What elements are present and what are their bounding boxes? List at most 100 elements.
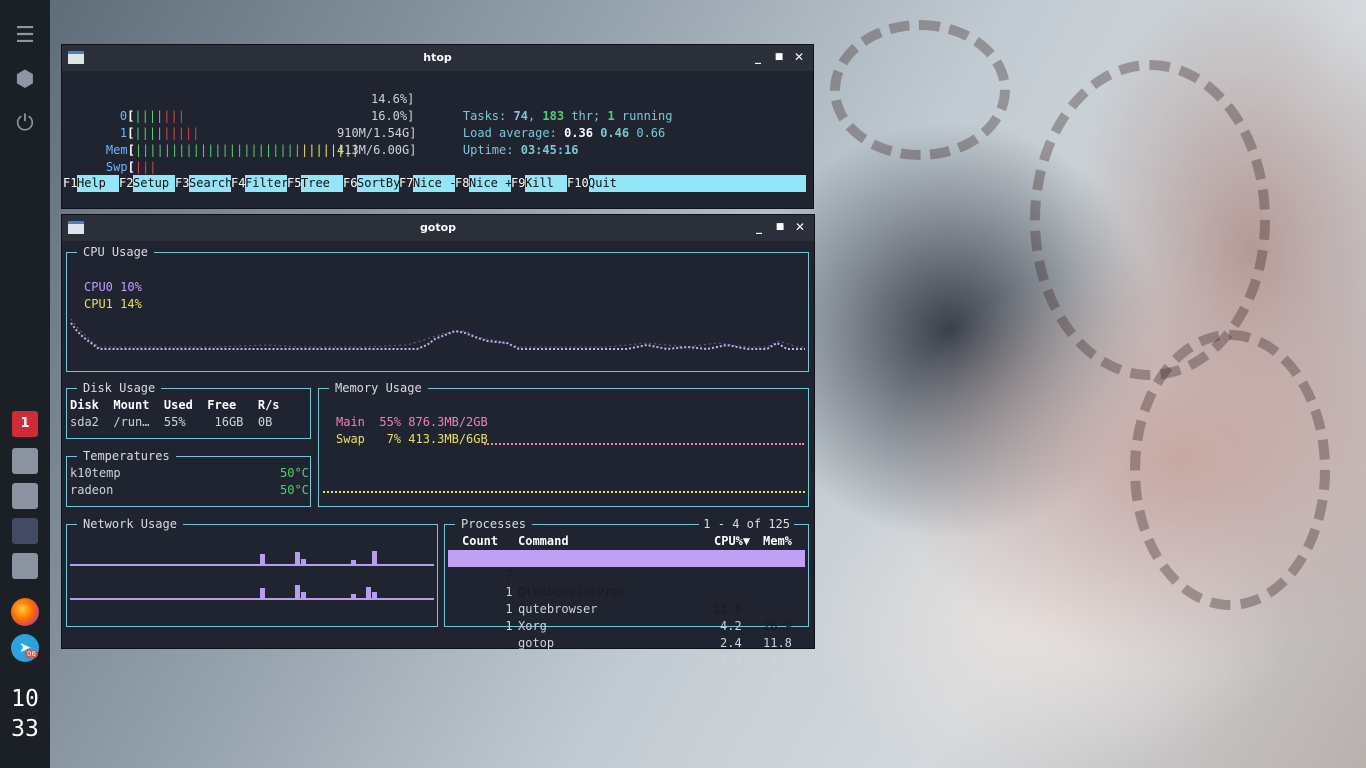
- workspace-3-button[interactable]: [12, 483, 38, 509]
- panel-title: Network Usage: [77, 516, 183, 532]
- proc-cpu: 2.4: [720, 653, 742, 667]
- fkey-setup[interactable]: Setup: [133, 175, 176, 192]
- fkey-num[interactable]: F9: [511, 175, 526, 192]
- gotop-window[interactable]: gotop _ ■ ✕ CPU Usage CPU0 10% CPU1 14% …: [61, 214, 815, 684]
- minimize-icon[interactable]: _: [751, 49, 765, 65]
- proc-count: 1: [505, 619, 513, 633]
- swp-bar: |||: [134, 160, 157, 174]
- firefox-icon[interactable]: [11, 598, 39, 626]
- htop-swp-value: 413M/6.00G]: [337, 143, 417, 157]
- htop-titlebar[interactable]: htop _ ■ ✕: [62, 45, 813, 71]
- fkey-num[interactable]: F2: [119, 175, 134, 192]
- cpu-usage-panel: CPU Usage CPU0 10% CPU1 14%: [66, 244, 809, 372]
- fkey-quit[interactable]: Quit: [588, 175, 617, 192]
- uptime-label: Uptime:: [462, 143, 514, 157]
- processes-panel: Processes 1 - 4 of 125 Count Command CPU…: [444, 516, 809, 684]
- temp-sensor-name: radeon: [70, 483, 114, 497]
- temp-sensor-name: k10temp: [70, 466, 121, 480]
- fkey-num[interactable]: F4: [231, 175, 246, 192]
- network-usage-panel: Network Usage: [66, 516, 438, 627]
- fkey-num[interactable]: F6: [343, 175, 358, 192]
- network-rx-bar: [351, 560, 356, 564]
- uptime-value: 03:45:16: [520, 143, 579, 157]
- fkey-tree[interactable]: Tree: [301, 175, 344, 192]
- fkey-num[interactable]: F5: [287, 175, 302, 192]
- gotop-titlebar[interactable]: gotop _ ■ ✕: [62, 215, 814, 241]
- fkey-filter[interactable]: Filter: [245, 175, 288, 192]
- network-tx-bar: [295, 585, 300, 598]
- close-icon[interactable]: ✕: [793, 219, 807, 235]
- fkey-num[interactable]: F1: [63, 175, 78, 192]
- power-icon[interactable]: ⏻: [12, 111, 38, 137]
- table-row[interactable]: 1 gotop 2.4 0.8: [462, 601, 797, 703]
- panel-title: Memory Usage: [329, 380, 428, 396]
- disk-usage-panel: Disk Usage Disk Mount Used Free R/s sda2…: [66, 380, 311, 439]
- network-rx-bar: [295, 552, 300, 564]
- proc-header-command[interactable]: Command: [518, 533, 569, 550]
- network-tx-bar: [372, 592, 377, 598]
- processes-range: 1 - 4 of 125: [699, 516, 794, 532]
- workspace-1-button[interactable]: 1: [12, 411, 38, 437]
- wallpaper-tattoo-art: [830, 20, 1010, 160]
- fkey-num[interactable]: F7: [399, 175, 414, 192]
- proc-header-cpu[interactable]: CPU%▼: [714, 533, 750, 550]
- telegram-unread-badge: 06: [25, 650, 38, 658]
- load-15: 0.66: [636, 126, 666, 140]
- memory-swap-line: [323, 491, 805, 493]
- hamburger-menu-icon[interactable]: ☰: [12, 23, 38, 49]
- disk-table-row: sda2 /run… 55% 16GB 0B: [70, 415, 273, 429]
- fkey-search[interactable]: Search: [189, 175, 232, 192]
- proc-header-mem[interactable]: Mem%: [763, 533, 792, 550]
- panel-title: Processes: [455, 516, 533, 532]
- minimize-icon[interactable]: _: [752, 219, 766, 235]
- fkey-help[interactable]: Help: [77, 175, 120, 192]
- bracket: [: [127, 160, 135, 174]
- memory-main-legend: Main 55% 876.3MB/2GB: [336, 415, 488, 429]
- cpu1-line: [70, 318, 805, 348]
- htop-window[interactable]: htop _ ■ ✕ 0[||||||| 14.6%] 1[||||||||| …: [61, 44, 814, 209]
- temp-sensor-value: 50°C: [280, 483, 309, 497]
- proc-command: gotop: [518, 636, 555, 650]
- network-rx-baseline: [70, 564, 434, 566]
- window-title: htop: [423, 51, 452, 64]
- htop-function-key-bar: F1 Help F2 Setup F3 Search F4 Filter F5 …: [63, 175, 806, 192]
- workspace-2-button[interactable]: [12, 448, 38, 474]
- network-tx-bar: [351, 594, 356, 598]
- fkey-num[interactable]: F3: [175, 175, 190, 192]
- clock-minute: 33: [11, 716, 39, 742]
- load-5: 0.46: [600, 126, 630, 140]
- network-rx-bar: [301, 559, 306, 564]
- swp-label: Swp: [105, 160, 128, 174]
- maximize-icon[interactable]: ■: [773, 219, 787, 235]
- cpu0-legend: CPU0 10%: [84, 280, 142, 294]
- window-title: gotop: [419, 221, 457, 234]
- disk-table-header: Disk Mount Used Free R/s: [70, 398, 280, 412]
- fkey-num[interactable]: F10: [567, 175, 589, 192]
- cpu0-line: [70, 322, 805, 351]
- wallpaper-tattoo-art: [1130, 330, 1330, 610]
- temp-sensor-value: 50°C: [280, 466, 309, 480]
- fkey-kill[interactable]: Kill: [525, 175, 568, 192]
- fkey-num[interactable]: F8: [455, 175, 470, 192]
- panel-title: CPU Usage: [77, 244, 155, 260]
- package-box-icon[interactable]: ⬢: [12, 67, 38, 93]
- memory-main-line: [484, 443, 804, 445]
- proc-mem: 0.8: [770, 670, 792, 684]
- panel-title: Temperatures: [77, 448, 176, 464]
- mem-bar-used: |||||||||||||||||||||||: [134, 143, 301, 157]
- network-tx-bar: [366, 587, 371, 598]
- network-rx-bar: [260, 554, 265, 564]
- temperatures-panel: Temperatures k10temp 50°C radeon 50°C: [66, 448, 311, 507]
- htop-cpu0-value: 14.6%]: [371, 92, 415, 106]
- fkey-nice-plus[interactable]: Nice +: [469, 175, 512, 192]
- cpu-usage-graph: [70, 318, 805, 351]
- htop-uptime: Uptime: 03:45:16: [434, 125, 579, 176]
- fkey-sortby[interactable]: SortBy: [357, 175, 400, 192]
- fkey-nice-minus[interactable]: Nice -: [413, 175, 456, 192]
- workspace-4-button[interactable]: [12, 518, 38, 544]
- workspace-5-button[interactable]: [12, 553, 38, 579]
- close-icon[interactable]: ✕: [792, 49, 806, 65]
- network-tx-bar: [260, 588, 265, 598]
- htop-cpu1-value: 16.0%]: [371, 109, 415, 123]
- maximize-icon[interactable]: ■: [772, 49, 786, 65]
